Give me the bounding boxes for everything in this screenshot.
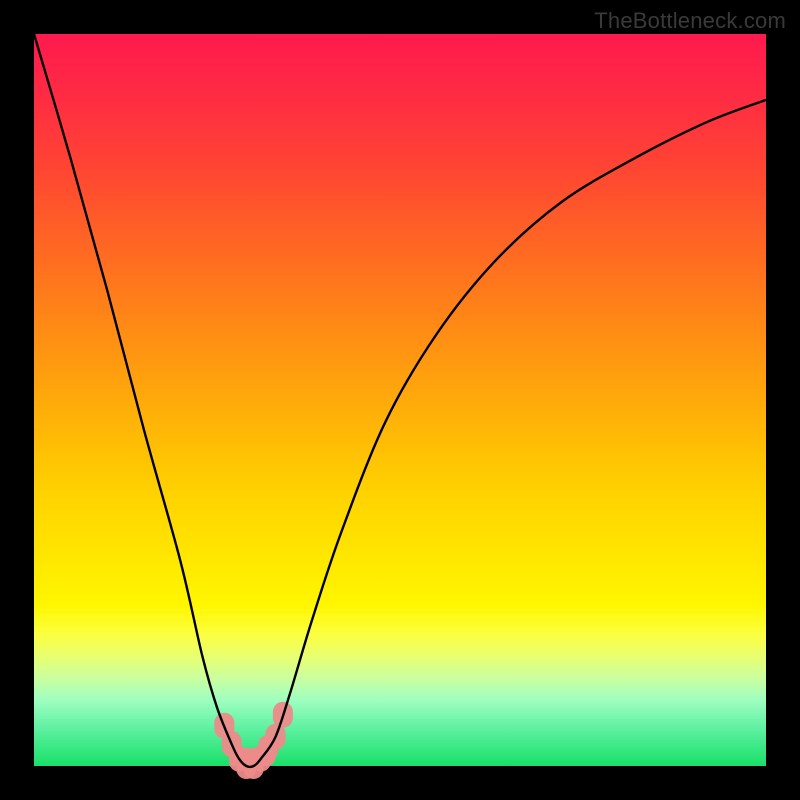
bottleneck-curve [34, 34, 766, 767]
sweet-spot-band [214, 702, 293, 779]
chart-frame: TheBottleneck.com [0, 0, 800, 800]
watermark-text: TheBottleneck.com [594, 8, 786, 34]
plot-area [34, 34, 766, 766]
bottleneck-chart [34, 34, 766, 766]
